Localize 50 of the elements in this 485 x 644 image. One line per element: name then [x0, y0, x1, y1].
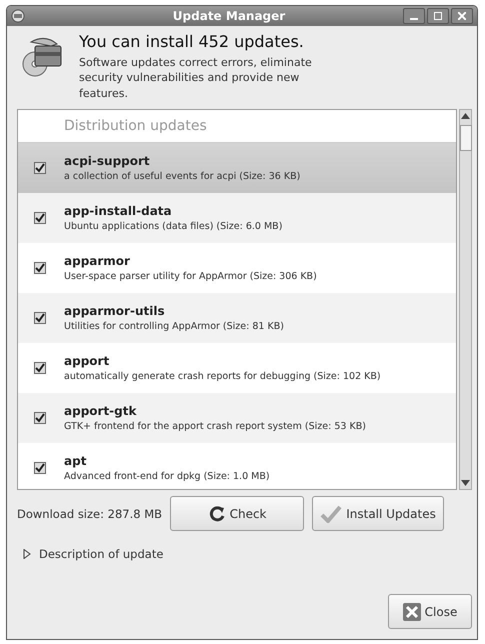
check-button[interactable]: Check	[170, 496, 304, 532]
maximize-button[interactable]	[427, 8, 449, 24]
close-icon	[458, 12, 466, 20]
checkbox[interactable]	[34, 212, 46, 224]
package-description: Utilities for controlling AppArmor (Size: 81 KB)	[64, 321, 284, 332]
checkbox[interactable]	[34, 412, 46, 424]
minimize-button[interactable]	[403, 8, 425, 24]
package-name: app-install-data	[64, 204, 173, 218]
scroll-down-icon[interactable]	[461, 480, 470, 486]
checkbox[interactable]	[34, 262, 46, 274]
update-row[interactable]: app-install-data Ubuntu applications (data files) (Size: 6.0 MB)	[18, 193, 456, 244]
package-description: automatically generate crash reports for debugging (Size: 102 KB)	[64, 371, 381, 382]
download-size-label: Download size: 287.8 MB	[17, 506, 162, 521]
window-title: Update Manager	[172, 9, 286, 23]
updates-heading: You can install 452 updates.	[79, 32, 305, 51]
checkbox[interactable]	[34, 362, 46, 374]
update-row[interactable]: acpi-support a collection of useful events for acpi (Size: 36 KB)	[18, 143, 456, 194]
refresh-icon	[208, 504, 226, 523]
package-name: apparmor-utils	[64, 304, 166, 318]
package-name: acpi-support	[64, 154, 151, 168]
package-name: apparmor	[64, 254, 131, 268]
close-window-button[interactable]	[451, 8, 473, 24]
package-description: a collection of useful events for acpi (Size: 36 KB)	[64, 171, 300, 182]
package-name: apport-gtk	[64, 404, 138, 418]
scrollbar-thumb[interactable]	[460, 125, 472, 152]
triangle-icon	[23, 549, 31, 560]
checkmark-icon	[320, 504, 342, 523]
package-description: Ubuntu applications (data files) (Size: 6.0 MB)	[64, 221, 282, 232]
description-expander[interactable]: Description of update	[17, 547, 164, 562]
checkbox[interactable]	[34, 312, 46, 324]
update-row[interactable]: apparmor User-space parser utility for AppArmor (Size: 306 KB)	[18, 243, 456, 294]
update-row[interactable]: apt Advanced front-end for dpkg (Size: 1.0 MB)	[18, 443, 456, 490]
package-description: GTK+ frontend for the apport crash report system (Size: 53 KB)	[64, 421, 366, 432]
update-row[interactable]: apport automatically generate crash reports for debugging (Size: 102 KB)	[18, 343, 456, 394]
update-row[interactable]: apparmor-utils Utilities for controlling AppArmor (Size: 81 KB)	[18, 293, 456, 344]
close-x-icon	[402, 602, 421, 620]
scrollbar[interactable]	[459, 109, 472, 490]
update-row[interactable]: apport-gtk GTK+ frontend for the apport crash report system (Size: 53 KB)	[18, 393, 456, 444]
checkbox[interactable]	[34, 462, 46, 474]
scroll-up-icon[interactable]	[461, 113, 470, 120]
updates-description: Software updates correct errors, eliminate security vulnerabilities and provide new features.	[79, 55, 313, 102]
install-updates-button[interactable]: Install Updates	[312, 496, 444, 532]
package-name: apt	[64, 454, 88, 468]
package-description: User-space parser utility for AppArmor (Size: 306 KB)	[64, 271, 317, 282]
maximize-icon	[434, 12, 442, 20]
checkbox[interactable]	[34, 162, 46, 174]
package-name: apport	[64, 354, 110, 368]
package-description: Advanced front-end for dpkg (Size: 1.0 MB)	[64, 471, 270, 482]
close-button[interactable]: Close	[388, 594, 472, 629]
app-menu-icon[interactable]	[11, 9, 25, 23]
